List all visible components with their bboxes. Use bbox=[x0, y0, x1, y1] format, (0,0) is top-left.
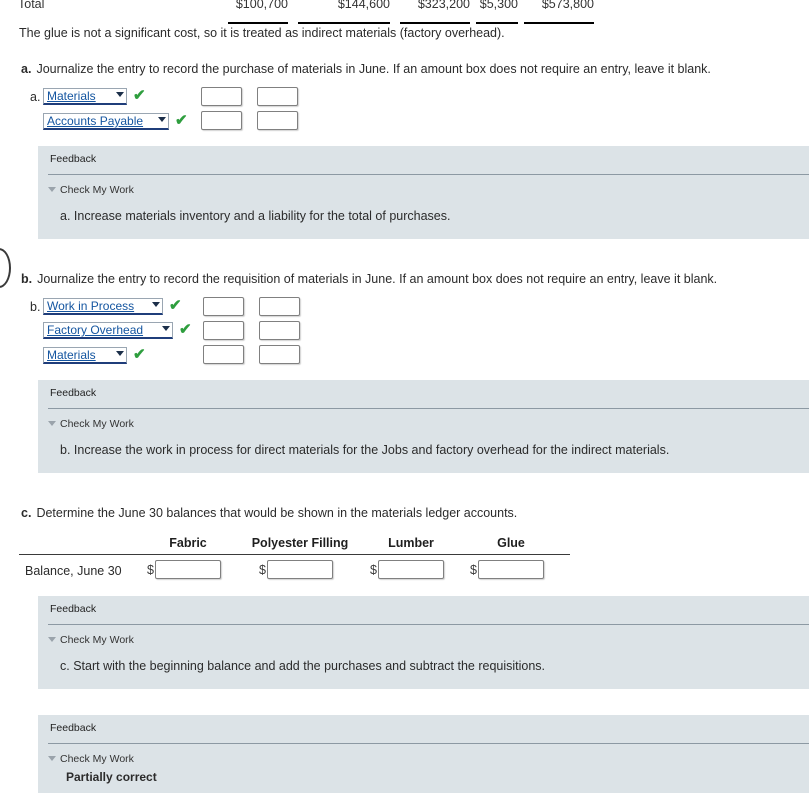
overall-status-text: Partially correct bbox=[66, 770, 157, 784]
totals-row: Total $100,700 $144,600 $323,200 $5,300 … bbox=[0, 0, 809, 24]
requirement-c-text: Determine the June 30 balances that woul… bbox=[36, 506, 518, 520]
check-my-work-toggle-a[interactable]: Check My Work bbox=[48, 184, 134, 196]
requirement-b-text: Journalize the entry to record the requi… bbox=[37, 272, 718, 286]
status-check-a1: ✔ bbox=[133, 87, 146, 104]
account-select-a1[interactable]: Materials bbox=[43, 88, 127, 105]
glue-note-text: The glue is not a significant cost, so i… bbox=[19, 26, 505, 40]
balance-input-lumber[interactable] bbox=[378, 560, 444, 579]
totals-cell: $323,200 bbox=[400, 0, 470, 24]
feedback-panel-b: Feedback Check My Work b. Increase the w… bbox=[38, 380, 809, 473]
entry-b-row-letter: b. bbox=[30, 300, 41, 314]
feedback-body-c: c. Start with the beginning balance and … bbox=[60, 659, 546, 673]
ledger-column-header-fabric: Fabric bbox=[169, 536, 207, 550]
feedback-panel-c: Feedback Check My Work c. Start with the… bbox=[38, 596, 809, 689]
check-my-work-toggle-b[interactable]: Check My Work bbox=[48, 418, 134, 430]
feedback-divider bbox=[48, 174, 809, 175]
feedback-divider bbox=[48, 408, 809, 409]
feedback-title: Feedback bbox=[50, 387, 97, 399]
amount-input-b1-debit[interactable] bbox=[203, 297, 244, 316]
totals-cell: $573,800 bbox=[524, 0, 594, 24]
amount-input-a2-debit[interactable] bbox=[201, 111, 242, 130]
requirement-a-letter: a. bbox=[21, 62, 32, 76]
feedback-title: Feedback bbox=[50, 153, 97, 165]
feedback-body-b: b. Increase the work in process for dire… bbox=[60, 443, 670, 457]
ledger-column-header-polyester: Polyester Filling bbox=[251, 536, 349, 550]
check-my-work-label: Check My Work bbox=[60, 418, 134, 430]
account-select-b2-value: Factory Overhead bbox=[47, 323, 144, 337]
currency-symbol: $ bbox=[370, 563, 377, 577]
currency-symbol: $ bbox=[259, 563, 266, 577]
status-check-a2: ✔ bbox=[175, 112, 188, 129]
triangle-down-icon bbox=[48, 636, 56, 642]
requirement-a: a. Journalize the entry to record the pur… bbox=[21, 62, 711, 76]
account-select-b1-value: Work in Process bbox=[47, 299, 135, 313]
feedback-panel-overall: Feedback Check My Work Partially correct bbox=[38, 715, 809, 793]
chevron-down-icon bbox=[116, 92, 124, 97]
requirement-b-letter: b. bbox=[21, 272, 33, 286]
status-check-b2: ✔ bbox=[179, 321, 192, 338]
totals-cell: $100,700 bbox=[228, 0, 288, 24]
account-select-a2-value: Accounts Payable bbox=[47, 114, 144, 128]
check-my-work-label: Check My Work bbox=[60, 184, 134, 196]
ledger-header-divider bbox=[19, 554, 570, 555]
chevron-down-icon bbox=[162, 326, 170, 331]
balance-input-polyester[interactable] bbox=[267, 560, 333, 579]
balance-input-fabric[interactable] bbox=[155, 560, 221, 579]
feedback-title: Feedback bbox=[50, 722, 97, 734]
ledger-row-label: Balance, June 30 bbox=[25, 564, 122, 578]
feedback-title: Feedback bbox=[50, 603, 97, 615]
chevron-down-icon bbox=[158, 117, 166, 122]
amount-input-a1-debit[interactable] bbox=[201, 87, 242, 106]
amount-input-b2-debit[interactable] bbox=[203, 321, 244, 340]
status-check-b3: ✔ bbox=[133, 346, 146, 363]
account-select-b3[interactable]: Materials bbox=[43, 347, 127, 364]
amount-input-b3-debit[interactable] bbox=[203, 345, 244, 364]
page-edge-arc-artifact bbox=[0, 248, 11, 288]
feedback-divider bbox=[48, 624, 809, 625]
account-select-a1-value: Materials bbox=[47, 89, 96, 103]
account-select-a2[interactable]: Accounts Payable bbox=[43, 113, 169, 130]
status-check-b1: ✔ bbox=[169, 297, 182, 314]
check-my-work-toggle-c[interactable]: Check My Work bbox=[48, 634, 134, 646]
requirement-b: b. Journalize the entry to record the req… bbox=[21, 272, 717, 286]
triangle-down-icon bbox=[48, 755, 56, 761]
check-my-work-label: Check My Work bbox=[60, 753, 134, 765]
amount-input-a1-credit[interactable] bbox=[257, 87, 298, 106]
requirement-a-text: Journalize the entry to record the purch… bbox=[36, 62, 711, 76]
amount-input-b1-credit[interactable] bbox=[259, 297, 300, 316]
feedback-panel-a: Feedback Check My Work a. Increase mater… bbox=[38, 146, 809, 239]
account-select-b3-value: Materials bbox=[47, 348, 96, 362]
triangle-down-icon bbox=[48, 420, 56, 426]
amount-input-a2-credit[interactable] bbox=[257, 111, 298, 130]
requirement-c-letter: c. bbox=[21, 506, 32, 520]
balance-input-glue[interactable] bbox=[478, 560, 544, 579]
feedback-divider bbox=[48, 743, 809, 744]
currency-symbol: $ bbox=[147, 563, 154, 577]
totals-cell: $144,600 bbox=[298, 0, 390, 24]
chevron-down-icon bbox=[116, 351, 124, 356]
chevron-down-icon bbox=[152, 302, 160, 307]
account-select-b2[interactable]: Factory Overhead bbox=[43, 322, 173, 339]
triangle-down-icon bbox=[48, 186, 56, 192]
feedback-body-a: a. Increase materials inventory and a li… bbox=[60, 209, 451, 223]
totals-cell: $5,300 bbox=[476, 0, 518, 24]
totals-row-label: Total bbox=[18, 0, 45, 11]
entry-a-row-letter: a. bbox=[30, 90, 41, 104]
currency-symbol: $ bbox=[470, 563, 477, 577]
requirement-c: c. Determine the June 30 balances that wo… bbox=[21, 506, 517, 520]
check-my-work-label: Check My Work bbox=[60, 634, 134, 646]
amount-input-b3-credit[interactable] bbox=[259, 345, 300, 364]
account-select-b1[interactable]: Work in Process bbox=[43, 298, 163, 315]
check-my-work-toggle-overall[interactable]: Check My Work bbox=[48, 753, 134, 765]
ledger-column-header-lumber: Lumber bbox=[388, 536, 434, 550]
ledger-column-header-glue: Glue bbox=[497, 536, 525, 550]
amount-input-b2-credit[interactable] bbox=[259, 321, 300, 340]
